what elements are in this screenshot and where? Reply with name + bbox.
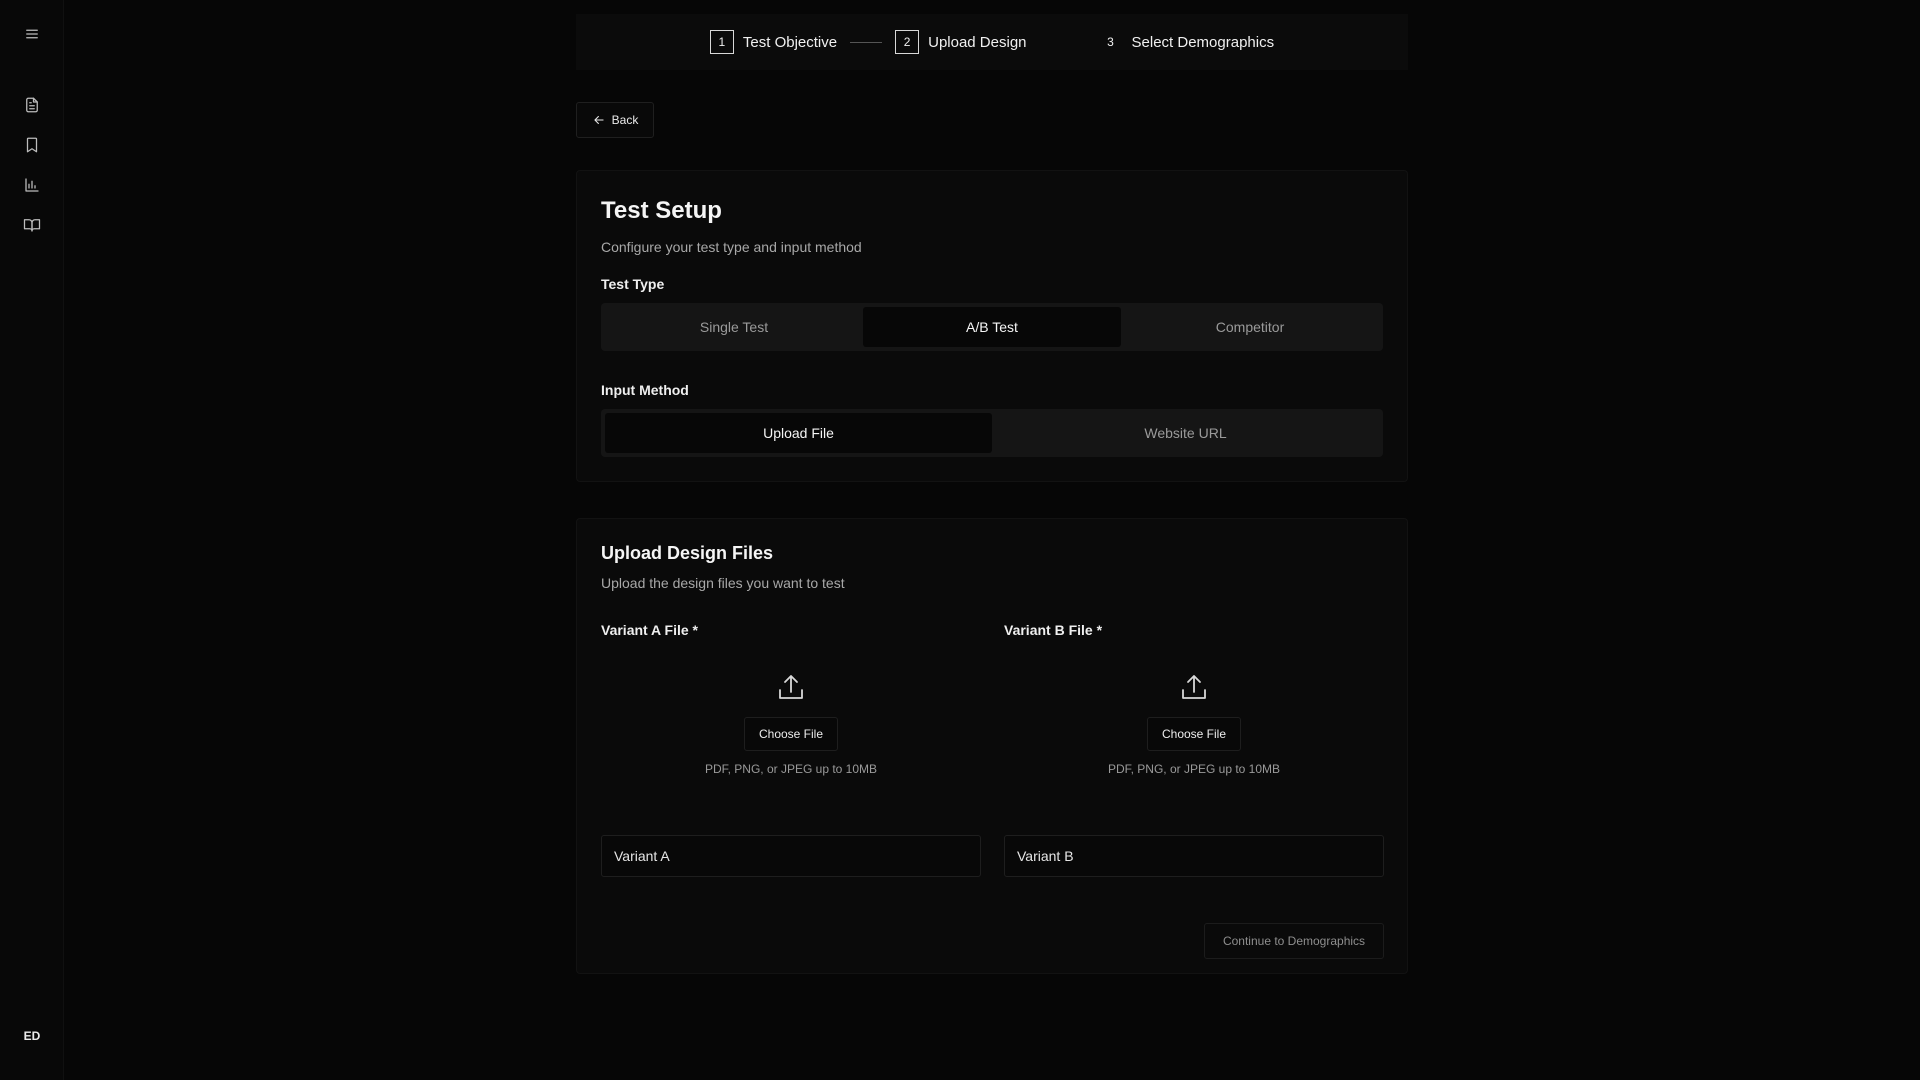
- bar-chart-icon[interactable]: [20, 173, 44, 197]
- step-label: Select Demographics: [1131, 33, 1275, 51]
- variant-a-choose-file-button[interactable]: Choose File: [744, 717, 838, 751]
- variant-a-dropzone[interactable]: Choose File PDF, PNG, or JPEG up to 10MB: [601, 659, 981, 789]
- step-test-objective[interactable]: 1 Test Objective: [709, 30, 838, 54]
- book-open-icon[interactable]: [20, 213, 44, 237]
- step-upload-design[interactable]: 2 Upload Design: [895, 30, 1027, 54]
- input-method-segmented-control: Upload File Website URL: [601, 409, 1383, 457]
- upload-subtitle: Upload the design files you want to test: [601, 575, 845, 591]
- document-icon[interactable]: [20, 93, 44, 117]
- back-label: Back: [611, 113, 639, 127]
- step-connector: [850, 41, 883, 43]
- test-setup-title: Test Setup: [601, 197, 722, 224]
- test-type-segmented-control: Single Test A/B Test Competitor: [601, 303, 1383, 351]
- variant-b-name-input[interactable]: [1004, 835, 1384, 877]
- user-avatar[interactable]: ED: [14, 1026, 50, 1046]
- step-label: Test Objective: [742, 33, 838, 51]
- input-method-upload-file[interactable]: Upload File: [605, 413, 992, 453]
- input-method-label: Input Method: [601, 382, 689, 398]
- step-number: 3: [1107, 35, 1114, 49]
- upload-title: Upload Design Files: [601, 543, 774, 563]
- test-type-single[interactable]: Single Test: [605, 307, 863, 347]
- step-select-demographics[interactable]: 3 Select Demographics: [1099, 30, 1275, 54]
- progress-stepper: 1 Test Objective 2 Upload Design 3 Selec…: [576, 14, 1408, 70]
- test-type-ab[interactable]: A/B Test: [863, 307, 1121, 347]
- variant-a-file-note: PDF, PNG, or JPEG up to 10MB: [704, 762, 878, 776]
- variant-a-name-input[interactable]: [601, 835, 981, 877]
- hamburger-menu-icon[interactable]: [20, 22, 44, 46]
- continue-to-demographics-button[interactable]: Continue to Demographics: [1204, 923, 1384, 959]
- upload-icon: [1178, 671, 1210, 703]
- step-number: 2: [895, 30, 920, 54]
- variant-b-label: Variant B File *: [1004, 622, 1103, 638]
- test-setup-card: Test Setup Configure your test type and …: [576, 170, 1408, 482]
- arrow-left-icon: [594, 115, 604, 125]
- variant-b-choose-file-button[interactable]: Choose File: [1147, 717, 1241, 751]
- sidebar: ED: [0, 0, 64, 1080]
- variant-b-file-note: PDF, PNG, or JPEG up to 10MB: [1107, 762, 1281, 776]
- step-label: Upload Design: [928, 33, 1027, 51]
- main-content: 1 Test Objective 2 Upload Design 3 Selec…: [576, 14, 1408, 974]
- test-type-competitor[interactable]: Competitor: [1121, 307, 1379, 347]
- input-method-website-url[interactable]: Website URL: [992, 413, 1379, 453]
- step-number: 1: [709, 30, 734, 54]
- test-type-label: Test Type: [601, 276, 665, 292]
- upload-icon: [775, 671, 807, 703]
- upload-design-card: Upload Design Files Upload the design fi…: [576, 518, 1408, 974]
- bookmark-icon[interactable]: [20, 133, 44, 157]
- back-button[interactable]: Back: [576, 102, 654, 138]
- variant-a-label: Variant A File *: [601, 622, 698, 638]
- test-setup-subtitle: Configure your test type and input metho…: [601, 239, 862, 255]
- variant-b-dropzone[interactable]: Choose File PDF, PNG, or JPEG up to 10MB: [1004, 659, 1384, 789]
